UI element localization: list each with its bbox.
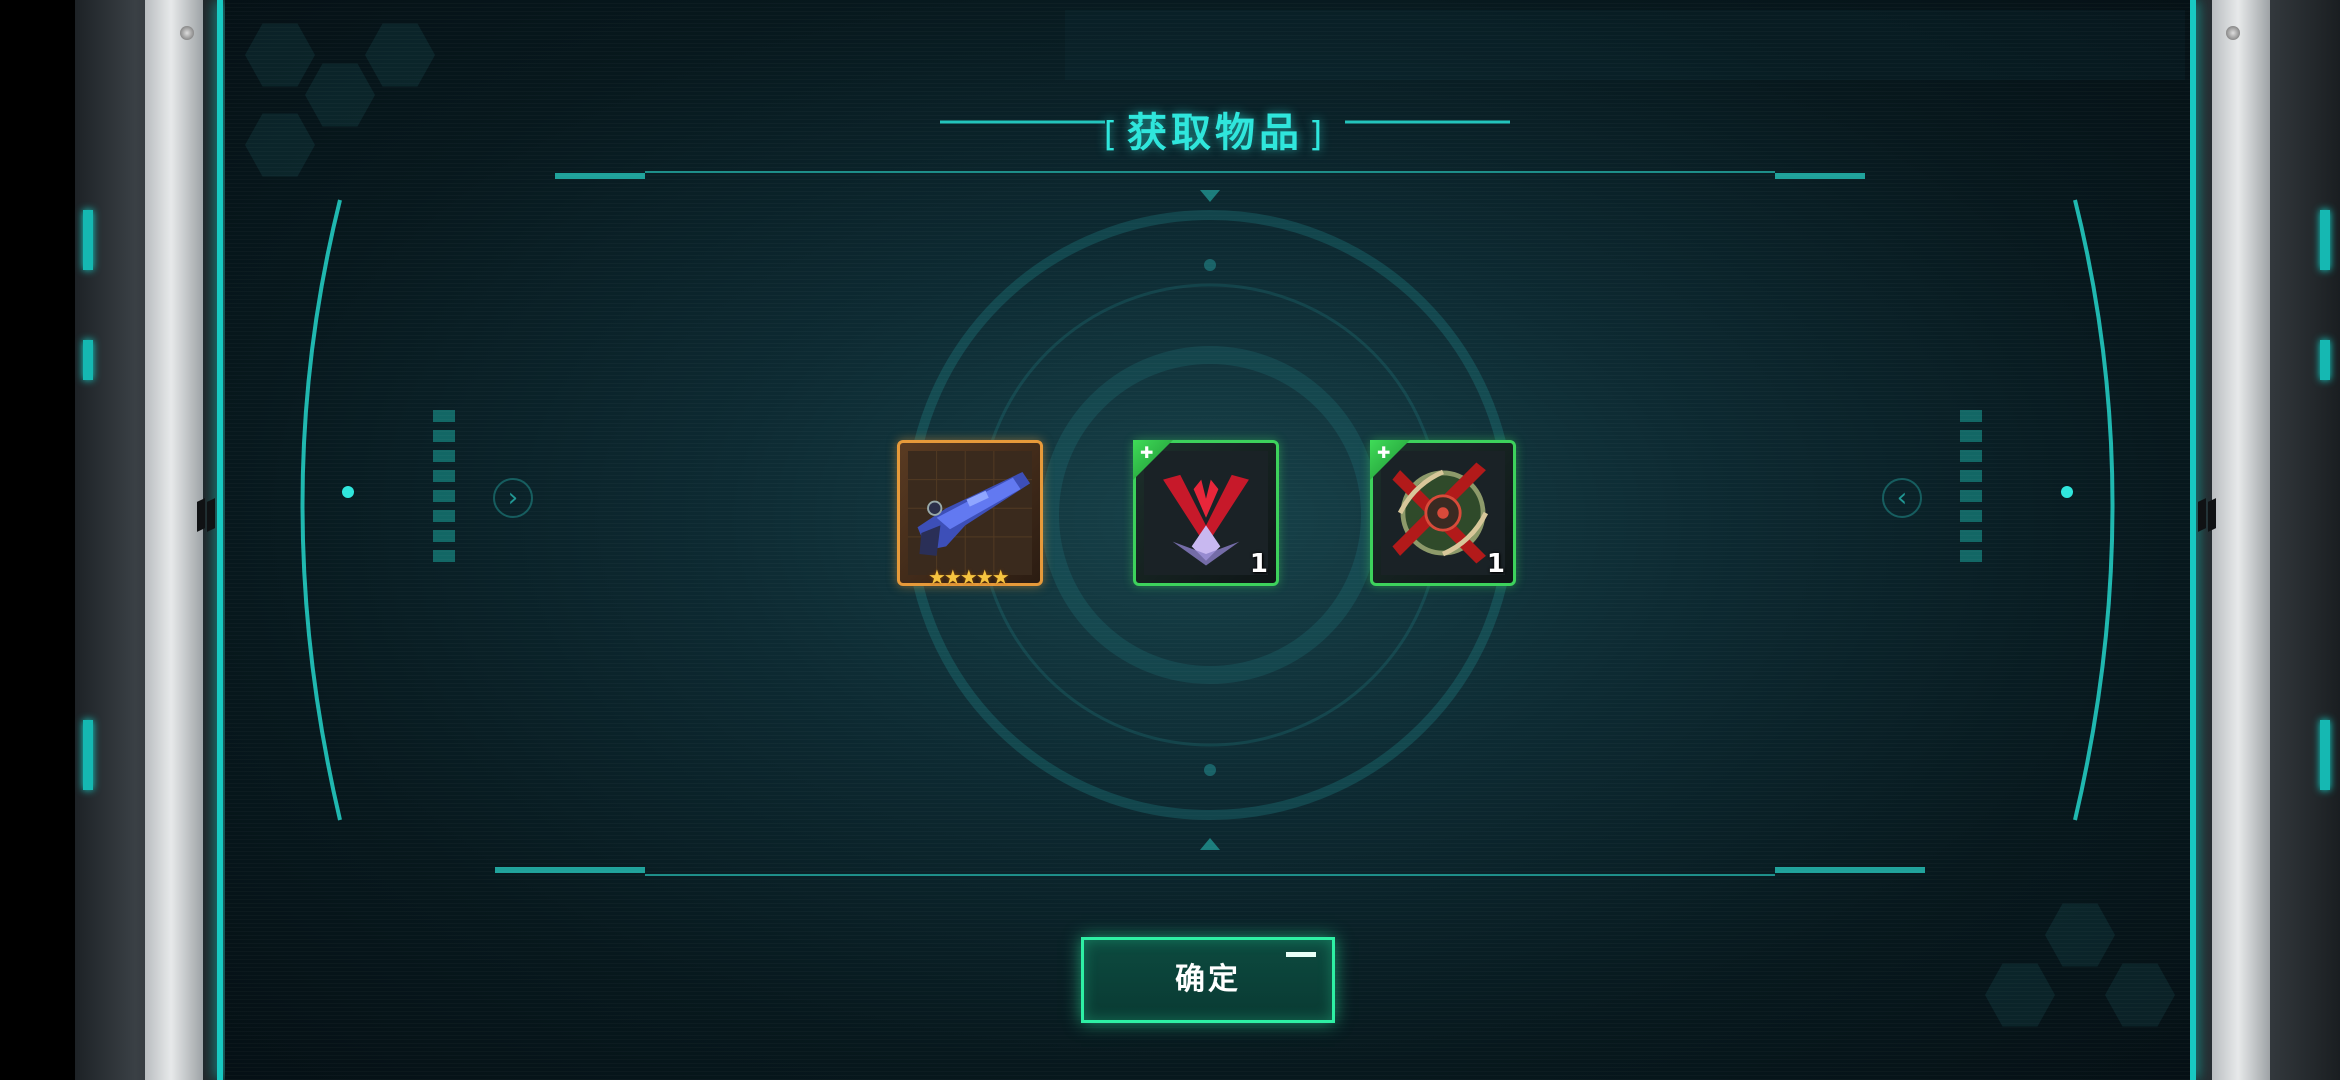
button-dash-decoration [1286, 952, 1316, 957]
hazard-stripe [2198, 498, 2206, 532]
title-text: 获取物品 [1127, 110, 1303, 156]
bolt-icon [2226, 26, 2240, 40]
cyan-light [2320, 210, 2330, 270]
dialog-title: [获取物品] [1095, 100, 1335, 158]
nav-arrow-left-icon: › [493, 478, 533, 518]
hazard-stripe [2208, 498, 2216, 532]
left-glow-strip [217, 0, 223, 1080]
reward-item-emblem-v[interactable]: ✚ 1 [1133, 440, 1279, 586]
item-count: 1 [1486, 549, 1505, 579]
right-glow-strip [2190, 0, 2196, 1080]
game-screen: › ‹ [获取物品] ★★★★★ ✚ 1 ✚ 1 确定 [0, 0, 2340, 1080]
title-bracket-left: [ [1103, 115, 1121, 155]
reward-item-rifle[interactable]: ★★★★★ [897, 440, 1043, 589]
cyan-light [83, 340, 93, 380]
cyan-light [83, 210, 93, 270]
hazard-stripe [207, 498, 215, 532]
confirm-button[interactable]: 确定 [1081, 937, 1335, 1023]
confirm-button-label: 确定 [1175, 962, 1241, 997]
bolt-icon [180, 26, 194, 40]
nav-arrow-right-icon: ‹ [1882, 478, 1922, 518]
right-frame [2190, 0, 2340, 1080]
title-bracket-right: ] [1309, 115, 1327, 155]
hazard-stripe [197, 498, 205, 532]
cyan-light [83, 720, 93, 790]
left-frame [75, 0, 225, 1080]
cyan-light [2320, 340, 2330, 380]
rifle-icon [908, 451, 1032, 575]
left-metal-plate [145, 0, 203, 1080]
item-count: 1 [1249, 549, 1268, 579]
reward-item-emblem-cross[interactable]: ✚ 1 [1370, 440, 1516, 586]
cyan-light [2320, 720, 2330, 790]
rarity-stars: ★★★★★ [928, 565, 1010, 589]
right-metal-plate [2212, 0, 2270, 1080]
